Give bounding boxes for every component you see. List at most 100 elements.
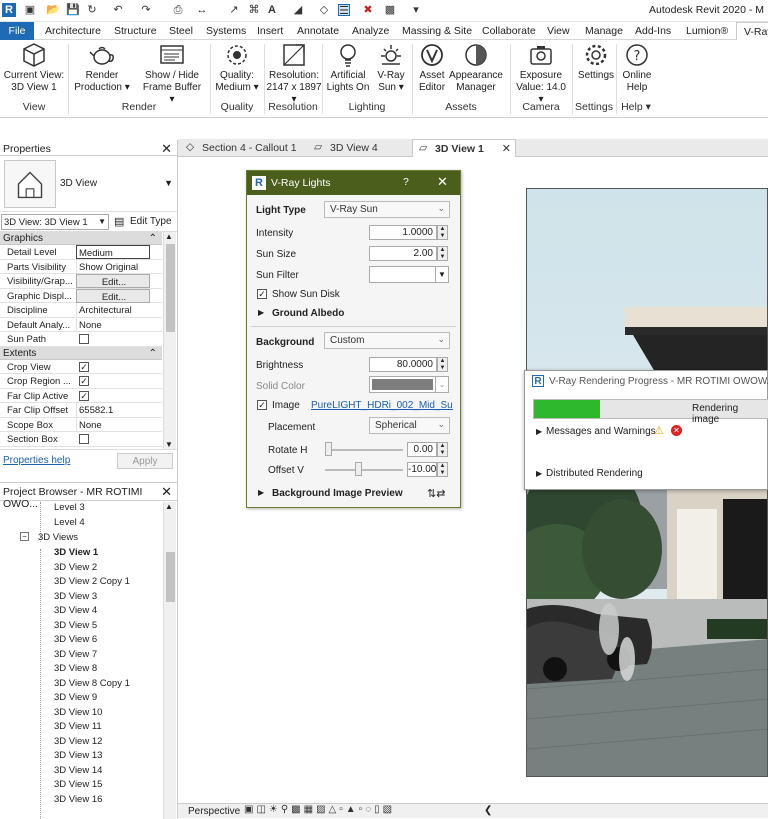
vray-sun-button[interactable]: V-Ray Sun ▾ xyxy=(374,42,408,94)
progress-titlebar[interactable]: R V-Ray Rendering Progress - MR ROTIMI O… xyxy=(525,371,768,393)
messages-warnings-section[interactable]: Messages and Warnings xyxy=(546,426,656,437)
tree-item[interactable]: 3D Views xyxy=(38,532,78,543)
view-tab-section[interactable]: ◇ Section 4 - Callout 1 xyxy=(180,139,306,157)
edit-button[interactable]: Edit... xyxy=(76,274,150,288)
tab-view[interactable]: View xyxy=(547,25,570,37)
thin-lines-icon[interactable]: ☰ xyxy=(338,4,350,17)
scroll-up-icon[interactable]: ▲ xyxy=(165,502,173,511)
tab-manage[interactable]: Manage xyxy=(585,25,623,37)
home-icon[interactable]: ▣ xyxy=(24,4,36,16)
sync-icon[interactable]: ↻ xyxy=(86,4,98,16)
edit-button[interactable]: Edit... xyxy=(76,288,150,303)
light-type-dropdown[interactable]: V-Ray Sun ⌄ xyxy=(324,201,450,218)
swap-icon[interactable]: ⇅⇄ xyxy=(427,487,445,500)
tab-lumion[interactable]: Lumion® xyxy=(686,25,728,37)
tree-item[interactable]: 3D View 8 Copy 1 xyxy=(54,678,130,689)
measure-icon[interactable]: ↔ xyxy=(196,4,208,16)
tree-item[interactable]: 3D View 3 xyxy=(54,591,97,602)
checkbox-checked[interactable]: ✓ xyxy=(79,376,89,386)
intensity-spinner[interactable]: ▲ ▼ xyxy=(437,225,448,240)
quality-button[interactable]: Quality: Medium ▾ xyxy=(214,42,260,94)
edit-type-button[interactable]: Edit Type xyxy=(130,216,172,227)
tab-add-ins[interactable]: Add-Ins xyxy=(635,25,671,37)
revit-logo-icon[interactable]: R xyxy=(2,3,16,17)
tree-item[interactable]: Level 4 xyxy=(54,517,85,528)
brightness-spinner[interactable]: ▲ ▼ xyxy=(437,357,448,372)
text-icon[interactable]: A xyxy=(266,4,278,16)
sun-size-spinner[interactable]: ▲ ▼ xyxy=(437,246,448,261)
intensity-input[interactable]: 1.0000 xyxy=(369,225,437,240)
tab-collaborate[interactable]: Collaborate xyxy=(482,25,536,37)
rotate-h-slider-track[interactable] xyxy=(325,449,403,451)
switch-windows-icon[interactable]: ▩ xyxy=(384,4,396,16)
projection-mode[interactable]: Perspective xyxy=(188,806,240,817)
3d-view-icon[interactable]: ◢ xyxy=(292,4,304,16)
dimension-icon[interactable]: ↗ xyxy=(228,4,240,16)
checkbox[interactable] xyxy=(79,434,89,444)
group-extents[interactable]: Extents ⌃ xyxy=(0,346,162,360)
section-icon[interactable]: ◇ xyxy=(318,4,330,16)
panel-label-help[interactable]: Help ▾ xyxy=(616,101,656,113)
scroll-up-icon[interactable]: ▲ xyxy=(165,232,173,241)
view-control-icons[interactable]: ▣◫☀⚲▩▦▨△▫▲▫◌▯▧ xyxy=(244,804,395,815)
apply-button[interactable]: Apply xyxy=(117,453,173,469)
rotate-h-input[interactable]: 0.00 xyxy=(407,442,437,457)
sun-size-input[interactable]: 2.00 xyxy=(369,246,437,261)
print-icon[interactable]: ⎙ xyxy=(172,4,184,16)
tree-item[interactable]: 3D View 5 xyxy=(54,620,97,631)
tab-file[interactable]: File xyxy=(0,22,34,40)
show-sun-disk-checkbox[interactable]: ✓ xyxy=(257,289,267,299)
tree-item[interactable]: 3D View 13 xyxy=(54,750,102,761)
offset-v-spinner[interactable]: ▲ ▼ xyxy=(437,462,448,477)
tree-item[interactable]: 3D View 12 xyxy=(54,736,102,747)
close-icon[interactable]: ✕ xyxy=(161,141,172,157)
background-preview-section[interactable]: Background Image Preview xyxy=(272,488,403,499)
collapse-toggle-icon[interactable]: − xyxy=(20,532,29,541)
expand-arrow-icon[interactable]: ▶ xyxy=(536,427,542,436)
checkbox-checked[interactable]: ✓ xyxy=(79,361,89,372)
artificial-lights-button[interactable]: Artificial Lights On xyxy=(324,42,372,94)
online-help-button[interactable]: ? Online Help xyxy=(618,42,656,94)
rotate-h-slider-handle[interactable] xyxy=(325,442,332,456)
offset-v-slider-handle[interactable] xyxy=(355,462,362,476)
tab-massing-site[interactable]: Massing & Site xyxy=(402,25,472,37)
tree-item[interactable]: 3D View 8 xyxy=(54,663,97,674)
expand-arrow-icon[interactable]: ▶ xyxy=(536,469,542,478)
placement-dropdown[interactable]: Spherical ⌄ xyxy=(369,417,450,434)
image-file-link[interactable]: PureLIGHT_HDRi_002_Mid_Sun... xyxy=(311,400,453,411)
scrollbar-thumb[interactable] xyxy=(166,244,175,332)
close-hidden-icon[interactable]: ✖ xyxy=(362,4,374,16)
help-button[interactable]: ? xyxy=(403,176,409,188)
tab-structure[interactable]: Structure xyxy=(114,25,157,37)
redo-icon[interactable]: ↷ xyxy=(140,4,152,16)
view-tab-3d-view-1[interactable]: ▱ 3D View 1 ✕ xyxy=(412,139,516,157)
tree-item-active[interactable]: 3D View 1 xyxy=(54,547,98,558)
brightness-input[interactable]: 80.0000 xyxy=(369,357,437,372)
tree-item[interactable]: 3D View 2 xyxy=(54,562,97,573)
properties-help-link[interactable]: Properties help xyxy=(3,455,70,466)
tree-item[interactable]: Level 3 xyxy=(54,502,85,513)
ground-albedo-section[interactable]: Ground Albedo xyxy=(272,308,344,319)
tree-item[interactable]: 3D View 14 xyxy=(54,765,102,776)
expand-arrow-icon[interactable]: ▶ xyxy=(258,488,264,497)
open-icon[interactable]: 📂 xyxy=(46,4,60,16)
tab-analyze[interactable]: Analyze xyxy=(352,25,389,37)
close-icon[interactable]: ✕ xyxy=(437,174,448,190)
group-graphics[interactable]: Graphics ⌃ xyxy=(0,232,162,245)
settings-button[interactable]: Settings xyxy=(576,42,616,82)
tab-insert[interactable]: Insert xyxy=(257,25,283,37)
solid-color-picker[interactable]: ⌄ xyxy=(369,376,449,393)
properties-scrollbar[interactable]: ▲ ▼ xyxy=(163,232,176,449)
tree-item[interactable]: 3D View 11 xyxy=(54,721,102,732)
checkbox-checked[interactable]: ✓ xyxy=(79,390,89,401)
customize-qat-icon[interactable]: ▾ xyxy=(410,4,422,16)
render-production-button[interactable]: Render Production ▾ xyxy=(74,42,130,94)
close-icon[interactable]: ✕ xyxy=(161,484,172,500)
tree-item[interactable]: 3D View 10 xyxy=(54,707,102,718)
distributed-rendering-section[interactable]: Distributed Rendering xyxy=(546,468,643,479)
sun-filter-color-picker[interactable]: ▼ xyxy=(369,266,449,283)
tag-icon[interactable]: ⌘ xyxy=(248,4,260,16)
frame-buffer-button[interactable]: Show / Hide Frame Buffer ▾ xyxy=(140,42,204,106)
tab-vray[interactable]: V-Ray xyxy=(736,22,768,41)
rotate-h-spinner[interactable]: ▲ ▼ xyxy=(437,442,448,457)
